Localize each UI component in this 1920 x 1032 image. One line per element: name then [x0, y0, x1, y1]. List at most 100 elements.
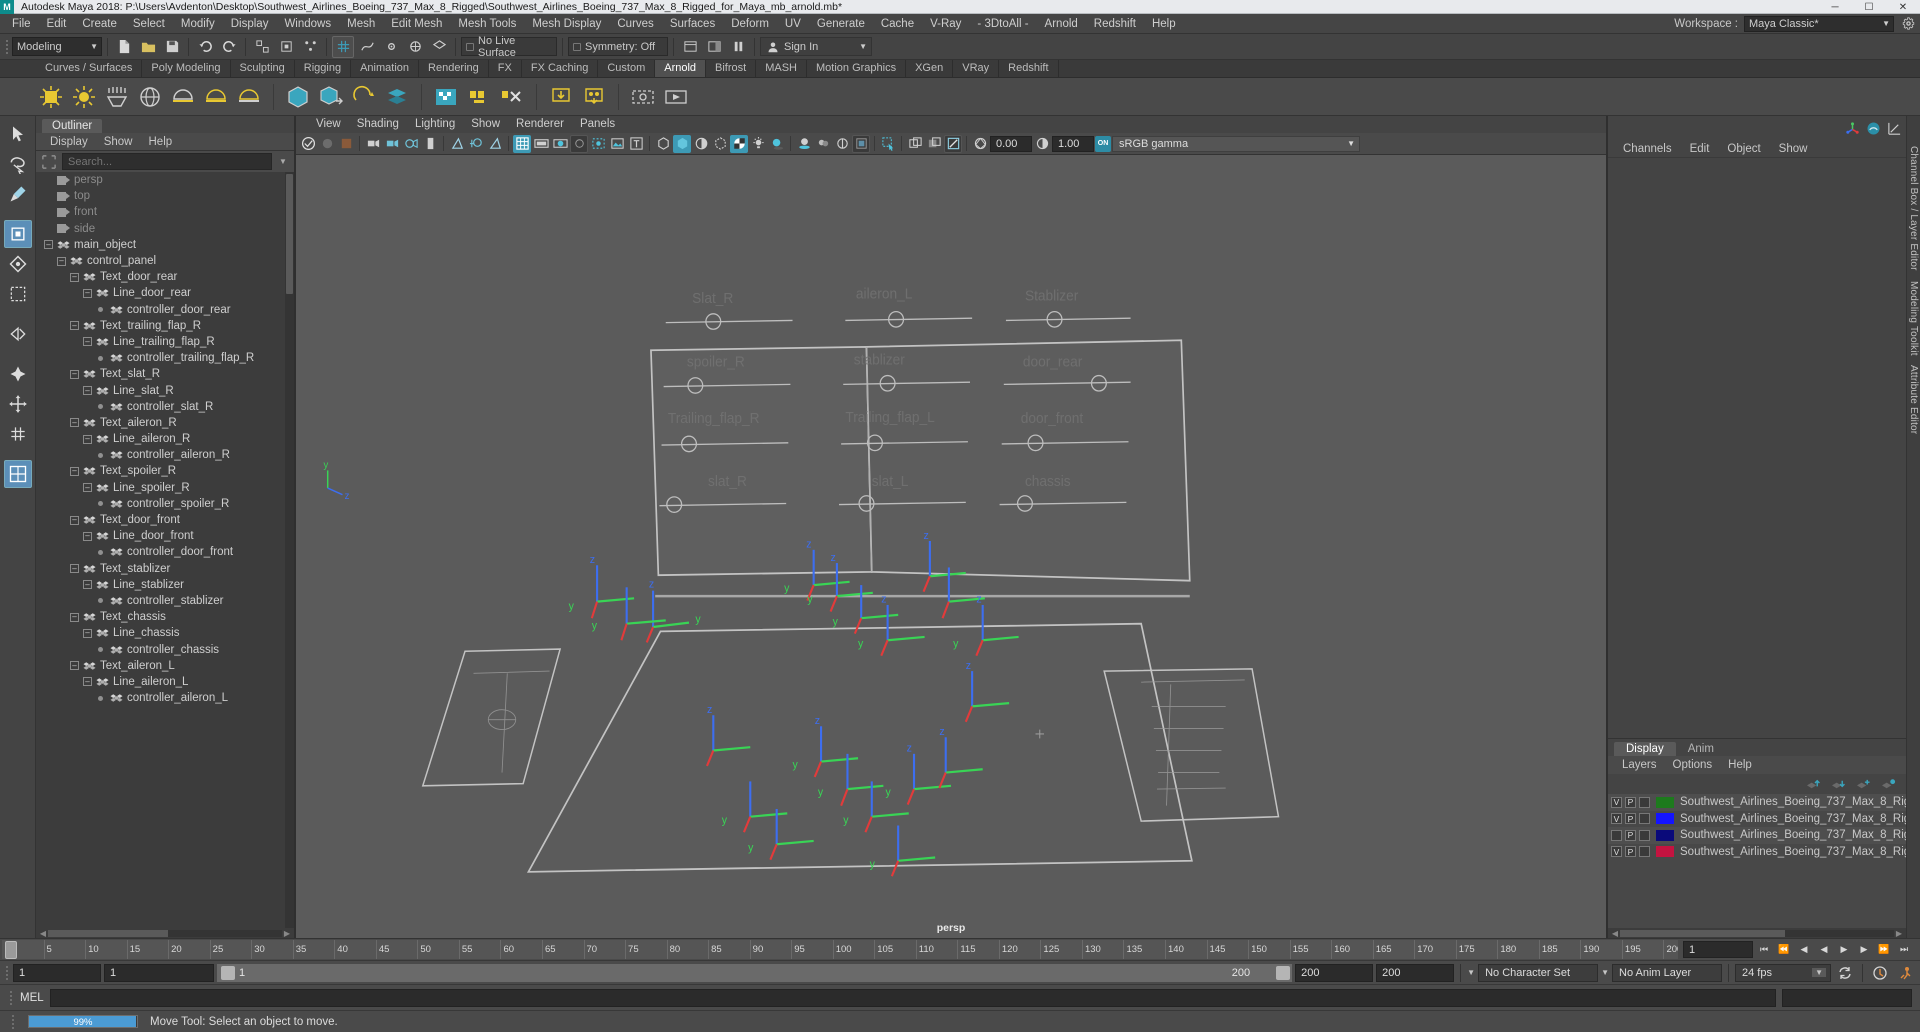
menu-item-file[interactable]: File [4, 14, 39, 34]
shelf-tab-rigging[interactable]: Rigging [294, 60, 352, 77]
viewport-menu-show[interactable]: Show [463, 116, 508, 133]
tree-expander-icon[interactable]: – [70, 515, 79, 525]
step-back-key-icon[interactable]: ⏪ [1775, 941, 1793, 959]
snap-align-button[interactable] [4, 360, 32, 388]
menu-item-mesh-tools[interactable]: Mesh Tools [450, 14, 524, 34]
arnold-export-standin-icon[interactable] [316, 82, 346, 112]
menu-set-selector[interactable]: Modeling ▼ [12, 37, 102, 56]
arnold-standin-icon[interactable] [283, 82, 313, 112]
arnold-open-render-settings-icon[interactable] [464, 82, 494, 112]
anim-layer-field[interactable]: No Anim Layer [1612, 963, 1722, 982]
text-display-icon[interactable] [627, 135, 645, 153]
wireframe-on-shaded-icon[interactable] [692, 135, 710, 153]
menu-item-modify[interactable]: Modify [173, 14, 223, 34]
outliner-item-controller_slat_r[interactable]: controller_slat_R [36, 399, 294, 415]
scroll-track[interactable] [48, 929, 282, 937]
graph-editor-icon[interactable] [1887, 121, 1902, 136]
tree-expander-icon[interactable]: – [70, 466, 79, 476]
grid-toggle-icon[interactable] [364, 135, 382, 153]
layer-row[interactable]: P Southwest_Airlines_Boeing_737_Max_8_Rig… [1608, 827, 1906, 844]
layer-horizontal-scrollbar[interactable]: ◀ ▶ [1608, 928, 1906, 938]
playback-end-field[interactable]: 200 [1295, 963, 1374, 982]
arnold-playblast-icon[interactable] [661, 82, 691, 112]
shelf-tab-redshift[interactable]: Redshift [999, 60, 1059, 77]
two-d-pan-zoom-icon[interactable] [448, 135, 466, 153]
menu-item-display[interactable]: Display [223, 14, 277, 34]
viewport-menu-panels[interactable]: Panels [572, 116, 623, 133]
current-frame-field[interactable]: 1 [1683, 941, 1753, 958]
arnold-point-light-icon[interactable] [69, 82, 99, 112]
tree-expander-icon[interactable]: – [83, 386, 92, 396]
show-hide-editors-button[interactable] [679, 36, 701, 58]
menu-item-deform[interactable]: Deform [723, 14, 777, 34]
outliner-item-line_slat_r[interactable]: – Line_slat_R [36, 382, 294, 398]
toggle-attribute-editor-button[interactable] [703, 36, 725, 58]
menu-item-create[interactable]: Create [74, 14, 125, 34]
outliner-vertical-scrollbar[interactable] [285, 172, 294, 928]
motion-blur-icon[interactable] [814, 135, 832, 153]
xray-joints-icon[interactable] [486, 135, 504, 153]
menu-item-windows[interactable]: Windows [276, 14, 339, 34]
tree-expander-icon[interactable]: – [70, 661, 79, 671]
outliner-item-persp[interactable]: persp [36, 172, 294, 188]
go-to-start-icon[interactable]: ⏮ [1755, 941, 1773, 959]
tree-expander-icon[interactable]: – [83, 434, 92, 444]
last-tool-button[interactable] [4, 320, 32, 348]
wireframe-shading-icon[interactable] [513, 134, 531, 153]
scrollbar-thumb[interactable] [48, 929, 168, 937]
shelf-tab-sculpting[interactable]: Sculpting [230, 60, 295, 77]
arnold-render-view-icon[interactable] [431, 82, 461, 112]
tree-expander-icon[interactable]: – [70, 272, 79, 282]
arnold-flush-cache-icon[interactable] [497, 82, 527, 112]
outliner-item-text_aileron_l[interactable]: – Text_aileron_L [36, 658, 294, 674]
maximize-button[interactable]: ☐ [1852, 0, 1886, 14]
outliner-item-line_chassis[interactable]: – Line_chassis [36, 625, 294, 641]
layer-row[interactable]: V P Southwest_Airlines_Boeing_737_Max_8_Ri… [1608, 844, 1906, 861]
scroll-track[interactable] [1620, 929, 1894, 937]
camera-attributes-icon[interactable] [318, 135, 336, 153]
outliner-item-controller_trailing_flap_r[interactable]: controller_trailing_flap_R [36, 350, 294, 366]
select-tool-button[interactable] [4, 120, 32, 148]
texture-checker-icon[interactable] [730, 134, 748, 153]
create-empty-layer-icon[interactable] [1856, 778, 1871, 791]
step-back-frame-icon[interactable]: ◀ [1795, 941, 1813, 959]
scrollbar-thumb[interactable] [286, 174, 293, 294]
select-by-hierarchy-button[interactable] [251, 36, 273, 58]
shelf-tab-curves-surfaces[interactable]: Curves / Surfaces [36, 60, 143, 77]
outliner-item-controller_aileron_r[interactable]: controller_aileron_R [36, 447, 294, 463]
shelf-tab-custom[interactable]: Custom [598, 60, 656, 77]
outliner-menu-show[interactable]: Show [96, 133, 141, 151]
layer-tab-display[interactable]: Display [1614, 742, 1676, 756]
lasso-tool-button[interactable] [4, 150, 32, 178]
display-shadows-icon[interactable] [925, 135, 943, 153]
gamma-toggle-icon[interactable] [944, 134, 962, 153]
shadows-icon[interactable] [768, 135, 786, 153]
command-language-label[interactable]: MEL [20, 992, 44, 1004]
layer-color-swatch[interactable] [1656, 796, 1674, 808]
select-by-object-button[interactable] [275, 36, 297, 58]
menu-item-curves[interactable]: Curves [609, 14, 661, 34]
range-start-field[interactable]: 1 [13, 963, 101, 982]
shade-objects-icon[interactable] [673, 134, 691, 153]
tree-expander-icon[interactable]: – [44, 240, 53, 250]
outliner-item-text_stablizer[interactable]: – Text_stablizer [36, 561, 294, 577]
layer-playback-toggle[interactable]: P [1625, 829, 1636, 841]
command-input[interactable] [49, 988, 1776, 1007]
four-view-layout-button[interactable] [3, 460, 32, 488]
select-camera-icon[interactable] [299, 135, 317, 153]
exposure-icon[interactable] [971, 135, 989, 153]
xray-mode-icon[interactable] [711, 135, 729, 153]
smooth-shade-all-icon[interactable] [532, 135, 550, 153]
layer-row[interactable]: V P Southwest_Airlines_Boeing_737_Max_8_Ri… [1608, 811, 1906, 828]
viewport-menu-renderer[interactable]: Renderer [508, 116, 572, 133]
move-axis-button[interactable] [4, 390, 32, 418]
shelf-tab-bifrost[interactable]: Bifrost [706, 60, 757, 77]
flat-shade-icon[interactable] [570, 134, 588, 153]
range-handle-right[interactable] [1276, 965, 1291, 980]
current-time-indicator[interactable] [5, 941, 17, 959]
outliner-item-controller_stablizer[interactable]: controller_stablizer [36, 593, 294, 609]
layer-color-swatch[interactable] [1656, 846, 1674, 858]
outliner-item-controller_door_front[interactable]: controller_door_front [36, 544, 294, 560]
ambient-occlusion-icon[interactable] [795, 135, 813, 153]
snap-to-curve-button[interactable] [356, 36, 378, 58]
